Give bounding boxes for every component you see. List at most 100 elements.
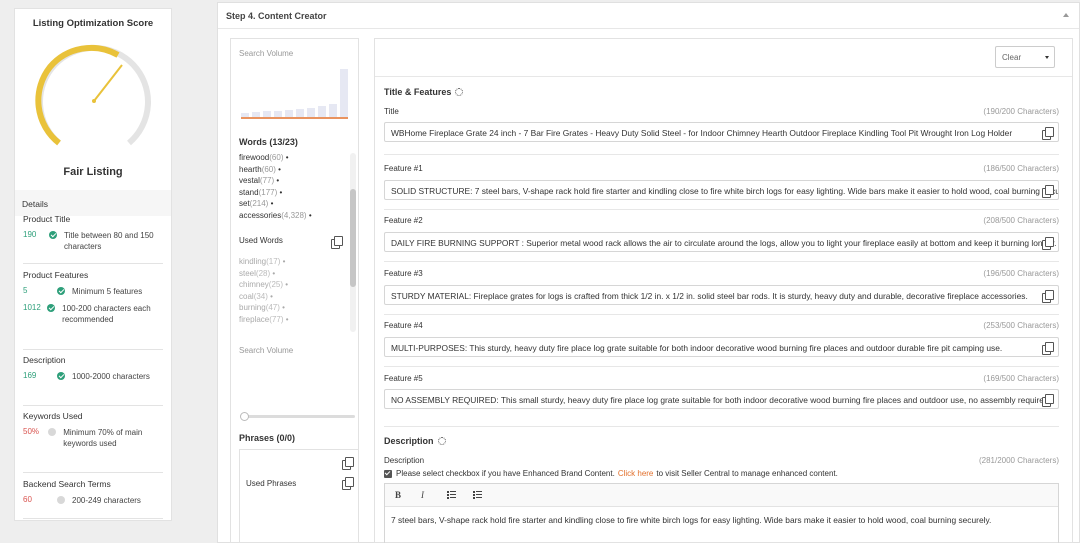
step-title: Step 4. Content Creator — [226, 11, 327, 21]
title-label: Title — [384, 107, 399, 116]
list-item[interactable]: steel(28) • — [239, 268, 353, 280]
feature-1-input[interactable]: SOLID STRUCTURE: 7 steel bars, V-shape r… — [384, 180, 1059, 200]
enhanced-brand-content-checkbox[interactable] — [384, 469, 392, 478]
feature-2-char-count: (208/500 Characters) — [983, 216, 1059, 225]
search-volume-label: Search Volume — [239, 49, 294, 58]
bullet-list-button[interactable] — [473, 490, 499, 500]
score-panel-title: Listing Optimization Score — [32, 18, 154, 29]
keyword-panel: Search Volume Words (13/23) firewood(60)… — [230, 38, 359, 543]
list-item[interactable]: burning(47) • — [239, 302, 353, 314]
copy-icon[interactable] — [1042, 342, 1054, 355]
criterion-keywords-used: Keywords Used 50% Minimum 70% of main ke… — [23, 411, 143, 448]
list-item[interactable]: coal(34) • — [239, 291, 353, 303]
phrases-box: Used Phrases — [239, 449, 359, 543]
search-volume-slider[interactable] — [244, 415, 355, 418]
feature-2-input[interactable]: DAILY FIRE BURNING SUPPORT : Superior me… — [384, 232, 1059, 252]
words-title: Words (13/23) — [239, 137, 298, 147]
list-item[interactable]: fireplace(77) • — [239, 314, 353, 326]
feature-5-char-count: (169/500 Characters) — [983, 374, 1059, 383]
check-icon — [57, 287, 65, 295]
step-header[interactable]: Step 4. Content Creator — [218, 3, 1079, 29]
gear-icon[interactable] — [455, 88, 464, 96]
title-char-count: (190/200 Characters) — [983, 107, 1059, 116]
copy-icon[interactable] — [1042, 185, 1054, 198]
rich-text-toolbar: B I — [385, 484, 1058, 507]
feature-3-char-count: (196/500 Characters) — [983, 269, 1059, 278]
divider — [23, 472, 163, 473]
divider — [384, 426, 1059, 427]
details-header: Details — [15, 190, 171, 216]
content-editor: Clear Title & Features Title (190/200 Ch… — [374, 38, 1073, 543]
list-item[interactable]: chimney(25) • — [239, 279, 353, 291]
criterion-product-features: Product Features 5 Minimum 5 features 10… — [23, 270, 151, 324]
list-item[interactable]: vestal(77) • — [239, 175, 353, 187]
feature-5-input[interactable]: NO ASSEMBLY REQUIRED: This small sturdy,… — [384, 389, 1059, 409]
copy-icon[interactable] — [342, 477, 354, 490]
divider — [23, 349, 163, 350]
copy-icon[interactable] — [1042, 237, 1054, 250]
feature-4-label: Feature #4 — [384, 321, 423, 330]
divider — [23, 518, 163, 519]
list-item[interactable]: stand(177) • — [239, 187, 353, 199]
unchecked-icon — [57, 496, 65, 504]
divider — [23, 263, 163, 264]
unchecked-icon — [48, 428, 57, 436]
check-icon — [49, 231, 58, 239]
bullet-list-icon — [473, 491, 482, 499]
criterion-product-title: Product Title 190 Title between 80 and 1… — [23, 214, 154, 251]
copy-icon[interactable] — [331, 236, 343, 249]
numbered-list-icon — [447, 491, 456, 499]
copy-icon[interactable] — [342, 457, 354, 470]
words-scrollbar[interactable] — [350, 153, 356, 332]
gauge-needle — [93, 64, 123, 102]
check-icon — [47, 304, 56, 312]
divider — [23, 405, 163, 406]
criterion-value: 5 — [23, 286, 28, 295]
criterion-value: 190 — [23, 230, 37, 239]
copy-icon[interactable] — [1042, 290, 1054, 303]
italic-button[interactable]: I — [421, 490, 447, 500]
divider — [384, 209, 1059, 210]
scrollbar-thumb[interactable] — [350, 189, 356, 287]
feature-3-input[interactable]: STURDY MATERIAL: Fireplace grates for lo… — [384, 285, 1059, 305]
seller-central-link[interactable]: Click here — [618, 469, 654, 478]
feature-1-label: Feature #1 — [384, 164, 423, 173]
divider — [384, 261, 1059, 262]
divider — [384, 314, 1059, 315]
criterion-value: 169 — [23, 371, 37, 380]
feature-2-label: Feature #2 — [384, 216, 423, 225]
list-item[interactable]: firewood(60) • — [239, 152, 353, 164]
bold-button[interactable]: B — [395, 490, 421, 500]
feature-4-input[interactable]: MULTI-PURPOSES: This sturdy, heavy duty … — [384, 337, 1059, 357]
copy-icon[interactable] — [1042, 127, 1054, 140]
description-label: Description — [384, 456, 425, 465]
criterion-value: 60 — [23, 495, 32, 504]
description-editor[interactable]: B I 7 steel bars, V-shape rack hold fire… — [384, 483, 1059, 543]
list-item[interactable]: hearth(60) • — [239, 164, 353, 176]
feature-5-label: Feature #5 — [384, 374, 423, 383]
list-item[interactable]: kindling(17) • — [239, 256, 353, 268]
dropdown-caret-icon — [1045, 56, 1049, 59]
slider-handle[interactable] — [240, 412, 249, 421]
list-item[interactable]: set(214) • — [239, 198, 353, 210]
search-volume-label-2: Search Volume — [239, 346, 294, 355]
search-volume-chart — [241, 69, 348, 119]
description-char-count: (281/2000 Characters) — [978, 456, 1059, 465]
list-item[interactable]: accessories(4,328) • — [239, 210, 353, 222]
listing-score-panel: Listing Optimization Score Fair Listing … — [14, 8, 172, 521]
title-features-heading: Title & Features — [384, 87, 464, 97]
feature-1-char-count: (186/500 Characters) — [983, 164, 1059, 173]
description-text[interactable]: 7 steel bars, V-shape rack hold fire sta… — [385, 507, 1058, 526]
chevron-up-icon[interactable] — [1063, 13, 1069, 17]
gear-icon[interactable] — [437, 437, 446, 445]
enhanced-brand-content-row: Please select checkbox if you have Enhan… — [384, 469, 838, 478]
used-phrases-label: Used Phrases — [246, 479, 297, 488]
description-heading: Description — [384, 436, 446, 446]
criterion-description: Description 169 1000-2000 characters — [23, 355, 150, 381]
copy-icon[interactable] — [1042, 394, 1054, 407]
numbered-list-button[interactable] — [447, 490, 473, 500]
score-gauge — [35, 44, 151, 146]
clear-dropdown[interactable]: Clear — [995, 46, 1055, 68]
divider — [384, 366, 1059, 367]
title-input[interactable]: WBHome Fireplace Grate 24 inch - 7 Bar F… — [384, 122, 1059, 142]
